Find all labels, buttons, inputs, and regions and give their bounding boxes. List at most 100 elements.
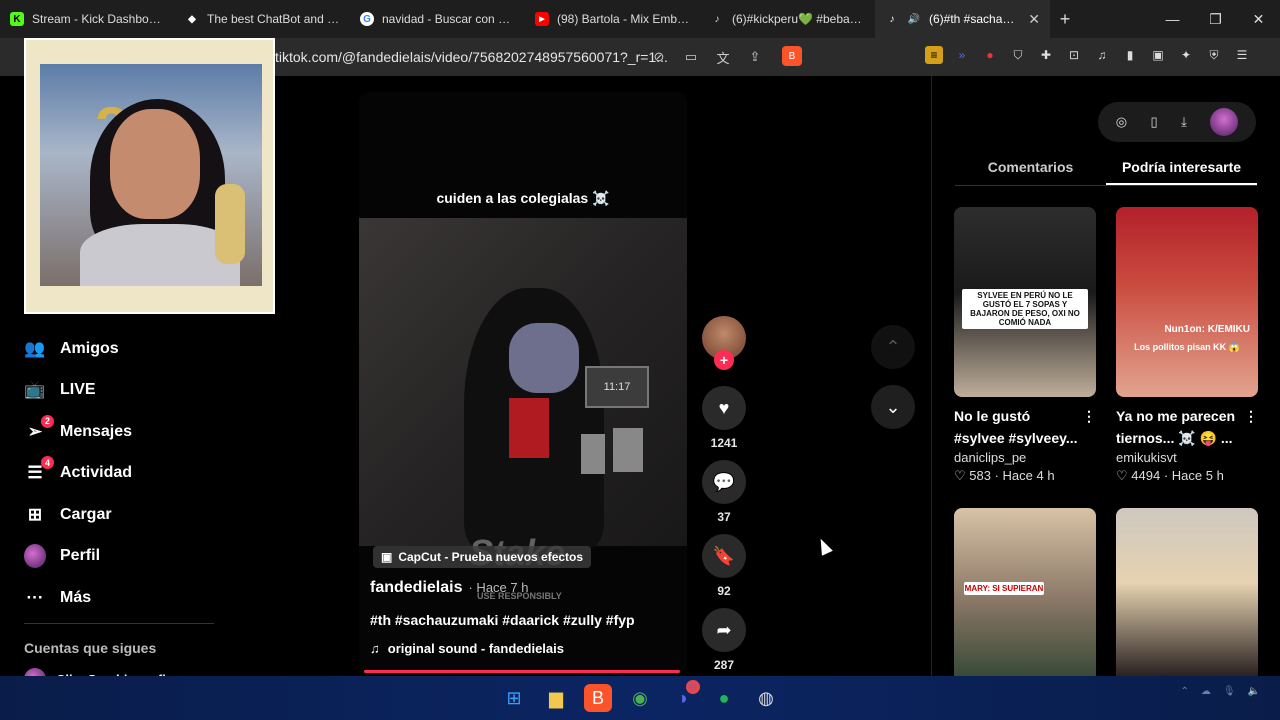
extension-icon[interactable]: » [953, 46, 971, 64]
new-tab-button[interactable]: + [1050, 9, 1080, 30]
puzzle-icon[interactable]: ✚ [1037, 46, 1055, 64]
extension-icon[interactable]: ● [981, 46, 999, 64]
tab-youtube[interactable]: ▶ (98) Bartola - Mix Embajad [525, 0, 700, 38]
video-author[interactable]: fandedielais [370, 579, 462, 597]
brave-icon[interactable]: B [584, 684, 612, 712]
card-meta: ♡ 583 · Hace 4 h [954, 468, 1055, 483]
activity-badge: 4 [41, 456, 54, 470]
shield-icon[interactable]: ⛉ [1009, 46, 1027, 64]
obs-icon[interactable]: ◍ [752, 684, 780, 712]
speaker-icon[interactable]: 🔊 [907, 12, 921, 26]
tab-chatbot[interactable]: ◆ The best ChatBot and Wid [175, 0, 350, 38]
sidebar-item-cargar[interactable]: ⊞ Cargar [24, 494, 264, 536]
sound-label: original sound - fandedielais [387, 641, 564, 656]
tracking-off-icon[interactable]: ⊘ [650, 48, 668, 66]
recommended-card[interactable]: MARY: SI SUPIERAN [954, 508, 1096, 676]
close-tab-icon[interactable]: ✕ [1028, 11, 1040, 28]
creator-avatar[interactable]: + [702, 316, 746, 370]
recommended-card[interactable]: Nun1on: K/EMIKU Los pollitos pisan KK 😱 … [1116, 207, 1258, 484]
card-title-text: No le gustó #sylvee #sylveey... [954, 408, 1078, 446]
maximize-icon[interactable]: ❐ [1194, 0, 1237, 38]
sidebar-item-mas[interactable]: ··· Más [24, 577, 264, 619]
capcut-badge[interactable]: ▣ CapCut - Prueba nuevos efectos [373, 546, 592, 568]
music-icon[interactable]: ♫ [1093, 46, 1111, 64]
leo-icon[interactable]: ✦ [1177, 46, 1195, 64]
system-tray: ⌃ ☁ 🎙 🔈 [1180, 686, 1260, 697]
follow-plus-icon[interactable]: + [714, 350, 734, 370]
download-icon[interactable]: ⤓ [1181, 114, 1187, 130]
sidebar-item-label: Más [60, 588, 92, 606]
cloud-icon[interactable]: ☁ [1201, 686, 1211, 697]
comment-button[interactable]: 💬 [702, 460, 746, 504]
previous-video-button[interactable]: ⌃ [871, 325, 915, 369]
following-title: Cuentas que sigues [24, 640, 157, 656]
live-icon: 📺 [24, 380, 46, 400]
chrome-icon[interactable]: ◉ [626, 684, 654, 712]
discord-badge: 9+ [686, 680, 700, 694]
more-options-icon[interactable]: ⋮ [1244, 405, 1258, 427]
sidebar-item-perfil[interactable]: Perfil [24, 536, 264, 578]
share-icon[interactable]: ⇪ [746, 48, 764, 66]
card-time: Hace 4 h [1002, 468, 1055, 483]
sidebar-icon[interactable]: ▮ [1121, 46, 1139, 64]
share-button[interactable]: ➦ [702, 608, 746, 652]
messages-badge: 2 [41, 414, 54, 428]
file-explorer-icon[interactable]: ▆ [542, 684, 570, 712]
screen-cast-icon[interactable]: ▭ [682, 48, 700, 66]
more-options-icon[interactable]: ⋮ [1082, 405, 1096, 427]
recommended-card[interactable] [1116, 508, 1258, 676]
tab-kick-dashboard[interactable]: K Stream - Kick Dashboard [0, 0, 175, 38]
card-meta: ♡ 4494 · Hace 5 h [1116, 468, 1224, 483]
compass-icon[interactable]: ◎ [1116, 114, 1127, 130]
video-author-line: fandedielais · Hace 7 h [370, 579, 528, 597]
tab-tiktok-sachauzumaki[interactable]: ♪ 🔊 (6)#th #sachauzum ✕ [875, 0, 1050, 38]
video-top-caption: cuiden a las colegialas ☠️ [436, 190, 610, 206]
video-progress-bar[interactable] [364, 670, 680, 673]
speaker-icon[interactable]: 🔈 [1248, 686, 1260, 697]
sidebar-item-label: Cargar [60, 505, 112, 523]
minimize-icon[interactable]: — [1151, 0, 1194, 38]
windows-start-icon[interactable]: ⊞ [500, 684, 528, 712]
extension-icon[interactable]: ≡ [925, 46, 943, 64]
vpn-icon[interactable]: ⛨ [1205, 46, 1223, 64]
recommended-card[interactable]: SYLVEE EN PERÚ NO LE GUSTÓ EL 7 SOPAS Y … [954, 207, 1096, 484]
like-button[interactable]: ♥ [702, 386, 746, 430]
wallet-icon[interactable]: ▣ [1149, 46, 1167, 64]
tab-comentarios[interactable]: Comentarios [955, 156, 1106, 185]
tab-title: navidad - Buscar con Goog [382, 12, 515, 26]
sidebar-item-label: Amigos [60, 339, 119, 357]
screenshot-icon[interactable]: ⊡ [1065, 46, 1083, 64]
next-video-button[interactable]: ⌄ [871, 385, 915, 429]
tab-tiktok-kickperu[interactable]: ♪ (6)#kickperu💚 #bebaarm [700, 0, 875, 38]
tab-google-search[interactable]: G navidad - Buscar con Goog [350, 0, 525, 38]
sidebar-item-amigos[interactable]: 👥 Amigos [24, 328, 264, 370]
video-time: · Hace 7 h [468, 580, 529, 595]
webcam-overlay: 2 [24, 38, 275, 314]
thumbnail-text: MARY: SI SUPIERAN [964, 582, 1044, 595]
sidebar-item-actividad[interactable]: ☰ 4 Actividad [24, 453, 264, 495]
sidebar-item-live[interactable]: 📺 LIVE [24, 370, 264, 412]
share-arrow-icon: ➦ [716, 619, 732, 640]
messages-icon: ➢ 2 [24, 414, 54, 443]
save-button[interactable]: 🔖 [702, 534, 746, 578]
tab-podria-interesarte[interactable]: Podría interesarte [1106, 156, 1257, 185]
video-sound[interactable]: ♫ original sound - fandedielais [370, 641, 564, 656]
video-hashtags[interactable]: #th #sachauzumaki #daarick #zully #fyp [370, 612, 635, 628]
music-note-icon: ♫ [370, 641, 380, 656]
phone-icon[interactable]: ▯ [1151, 114, 1158, 130]
menu-icon[interactable]: ☰ [1233, 46, 1251, 64]
video-player[interactable]: cuiden a las colegialas ☠️ 11:17 Stake U… [359, 92, 687, 676]
card-user[interactable]: daniclips_pe [954, 450, 1096, 465]
chevron-up-icon[interactable]: ⌃ [1180, 686, 1188, 697]
close-window-icon[interactable]: ✕ [1237, 0, 1280, 38]
card-user[interactable]: emikukisvt [1116, 450, 1258, 465]
sidebar-item-mensajes[interactable]: ➢ 2 Mensajes [24, 411, 264, 453]
discord-icon[interactable]: ◑ 9+ [668, 680, 700, 712]
brave-shield-icon[interactable]: B [782, 46, 802, 66]
mic-icon[interactable]: 🎙 [1223, 686, 1236, 697]
avatar[interactable] [1210, 108, 1239, 136]
translate-icon[interactable]: 文 [714, 48, 732, 66]
spotify-icon[interactable]: ● [710, 684, 738, 712]
profile-avatar [24, 544, 46, 569]
microphone [215, 184, 245, 264]
